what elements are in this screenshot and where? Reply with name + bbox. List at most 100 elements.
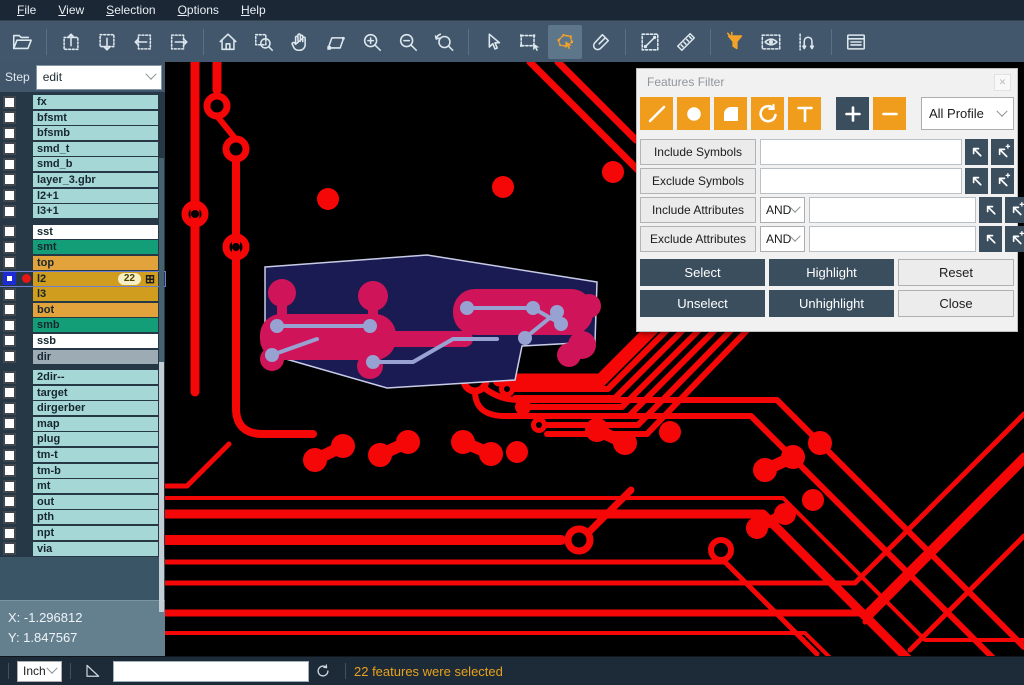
layer-row[interactable]: sst ⊞ [0, 225, 165, 239]
menu-item[interactable]: Help [230, 0, 277, 20]
layer-active-indicator[interactable] [20, 417, 33, 431]
layer-row[interactable]: via ⊞ [0, 542, 165, 556]
layer-row[interactable]: l3 ⊞ [0, 287, 165, 301]
layer-visibility-checkbox[interactable] [3, 96, 16, 109]
layer-active-indicator[interactable] [20, 303, 33, 317]
layer-visibility-checkbox[interactable] [3, 334, 16, 347]
pick-add-button[interactable] [991, 168, 1014, 194]
profile-select[interactable]: All Profile [921, 97, 1014, 130]
shift-view-down-button[interactable] [90, 25, 124, 59]
layer-visibility-checkbox[interactable] [3, 464, 16, 477]
zoom-area-button[interactable] [319, 25, 353, 59]
layer-visibility-checkbox[interactable] [3, 319, 16, 332]
filter-line-button[interactable] [640, 97, 673, 130]
layer-active-indicator[interactable] [20, 510, 33, 524]
layer-visibility-checkbox[interactable] [3, 386, 16, 399]
layer-active-indicator[interactable] [20, 157, 33, 171]
snap-mode-button[interactable] [790, 25, 824, 59]
zoom-window-button[interactable] [247, 25, 281, 59]
layer-visibility-checkbox[interactable] [3, 449, 16, 462]
layer-visibility-checkbox[interactable] [3, 205, 16, 218]
layer-row[interactable]: tm-t ⊞ [0, 448, 165, 462]
pick-add-button[interactable] [1005, 226, 1024, 252]
menu-item[interactable]: Selection [95, 0, 166, 20]
layer-row[interactable]: layer_3.gbr ⊞ [0, 173, 165, 187]
criteria-label-button[interactable]: Include Symbols [640, 139, 756, 165]
filter-pad-button[interactable] [677, 97, 710, 130]
pick-from-canvas-button[interactable] [979, 226, 1002, 252]
layer-active-indicator[interactable] [20, 479, 33, 493]
layer-visibility-checkbox[interactable] [3, 511, 16, 524]
zoom-previous-button[interactable] [427, 25, 461, 59]
layer-active-indicator[interactable] [20, 287, 33, 301]
zoom-in-button[interactable] [355, 25, 389, 59]
criteria-input[interactable] [760, 168, 962, 194]
layer-visibility-checkbox[interactable] [3, 272, 16, 285]
layer-active-indicator[interactable] [20, 448, 33, 462]
unit-select[interactable]: Inch [17, 661, 62, 682]
pick-add-button[interactable] [1005, 197, 1024, 223]
layer-active-indicator[interactable] [20, 334, 33, 348]
layer-visibility-checkbox[interactable] [3, 189, 16, 202]
layer-visibility-checkbox[interactable] [3, 542, 16, 555]
reset-button[interactable]: Reset [898, 259, 1014, 286]
open-file-button[interactable] [5, 25, 39, 59]
layer-row[interactable]: bot ⊞ [0, 303, 165, 317]
select-rectangle-button[interactable] [512, 25, 546, 59]
command-input[interactable] [113, 661, 309, 682]
layer-row[interactable]: smd_b ⊞ [0, 157, 165, 171]
layer-visibility-checkbox[interactable] [3, 288, 16, 301]
operator-select[interactable]: AND [760, 226, 805, 252]
clear-highlight-button[interactable] [584, 25, 618, 59]
layer-active-indicator[interactable] [20, 350, 33, 364]
layer-active-indicator[interactable] [20, 189, 33, 203]
layer-row[interactable]: ssb ⊞ [0, 334, 165, 348]
layer-active-indicator[interactable] [20, 173, 33, 187]
measure-ruler-button[interactable] [669, 25, 703, 59]
menu-item[interactable]: View [47, 0, 95, 20]
layer-active-indicator[interactable] [20, 111, 33, 125]
filter-remove-mode-button[interactable] [873, 97, 906, 130]
layer-row[interactable]: l2 22 ⊞ [0, 272, 165, 286]
layer-active-indicator[interactable] [20, 256, 33, 270]
filter-surface-button[interactable] [714, 97, 747, 130]
pick-from-canvas-button[interactable] [979, 197, 1002, 223]
layer-visibility-checkbox[interactable] [3, 371, 16, 384]
layer-row[interactable]: bfsmt ⊞ [0, 111, 165, 125]
select-polygon-button[interactable] [548, 25, 582, 59]
layer-row[interactable]: smb ⊞ [0, 318, 165, 332]
layer-active-indicator[interactable] [20, 464, 33, 478]
pick-from-canvas-button[interactable] [965, 168, 988, 194]
layer-active-indicator[interactable] [20, 126, 33, 140]
operator-select[interactable]: AND [760, 197, 805, 223]
layer-visibility-checkbox[interactable] [3, 225, 16, 238]
unselect-button[interactable]: Unselect [640, 290, 765, 317]
layer-row[interactable]: target ⊞ [0, 386, 165, 400]
layer-row[interactable]: smt ⊞ [0, 240, 165, 254]
refresh-button[interactable] [313, 661, 333, 681]
pick-add-button[interactable] [991, 139, 1014, 165]
layer-visibility-checkbox[interactable] [3, 256, 16, 269]
zoom-out-button[interactable] [391, 25, 425, 59]
layer-active-indicator[interactable] [20, 240, 33, 254]
criteria-input[interactable] [760, 139, 962, 165]
layer-visibility-checkbox[interactable] [3, 527, 16, 540]
select-pointer-button[interactable] [476, 25, 510, 59]
layer-active-indicator[interactable] [20, 204, 33, 218]
layer-row[interactable]: smd_t ⊞ [0, 142, 165, 156]
layer-visibility-checkbox[interactable] [3, 241, 16, 254]
close-button[interactable]: Close [898, 290, 1014, 317]
layer-active-indicator[interactable] [20, 542, 33, 556]
layer-row[interactable]: out ⊞ [0, 495, 165, 509]
highlight-button[interactable]: Highlight [769, 259, 894, 286]
layer-visibility-checkbox[interactable] [3, 158, 16, 171]
layer-row[interactable]: plug ⊞ [0, 432, 165, 446]
layer-visibility-checkbox[interactable] [3, 127, 16, 140]
layer-row[interactable]: mt ⊞ [0, 479, 165, 493]
layer-visibility-checkbox[interactable] [3, 417, 16, 430]
layer-row[interactable]: tm-b ⊞ [0, 464, 165, 478]
layer-row[interactable]: npt ⊞ [0, 526, 165, 540]
layer-active-indicator[interactable] [20, 370, 33, 384]
layer-active-indicator[interactable] [20, 142, 33, 156]
criteria-label-button[interactable]: Exclude Symbols [640, 168, 756, 194]
